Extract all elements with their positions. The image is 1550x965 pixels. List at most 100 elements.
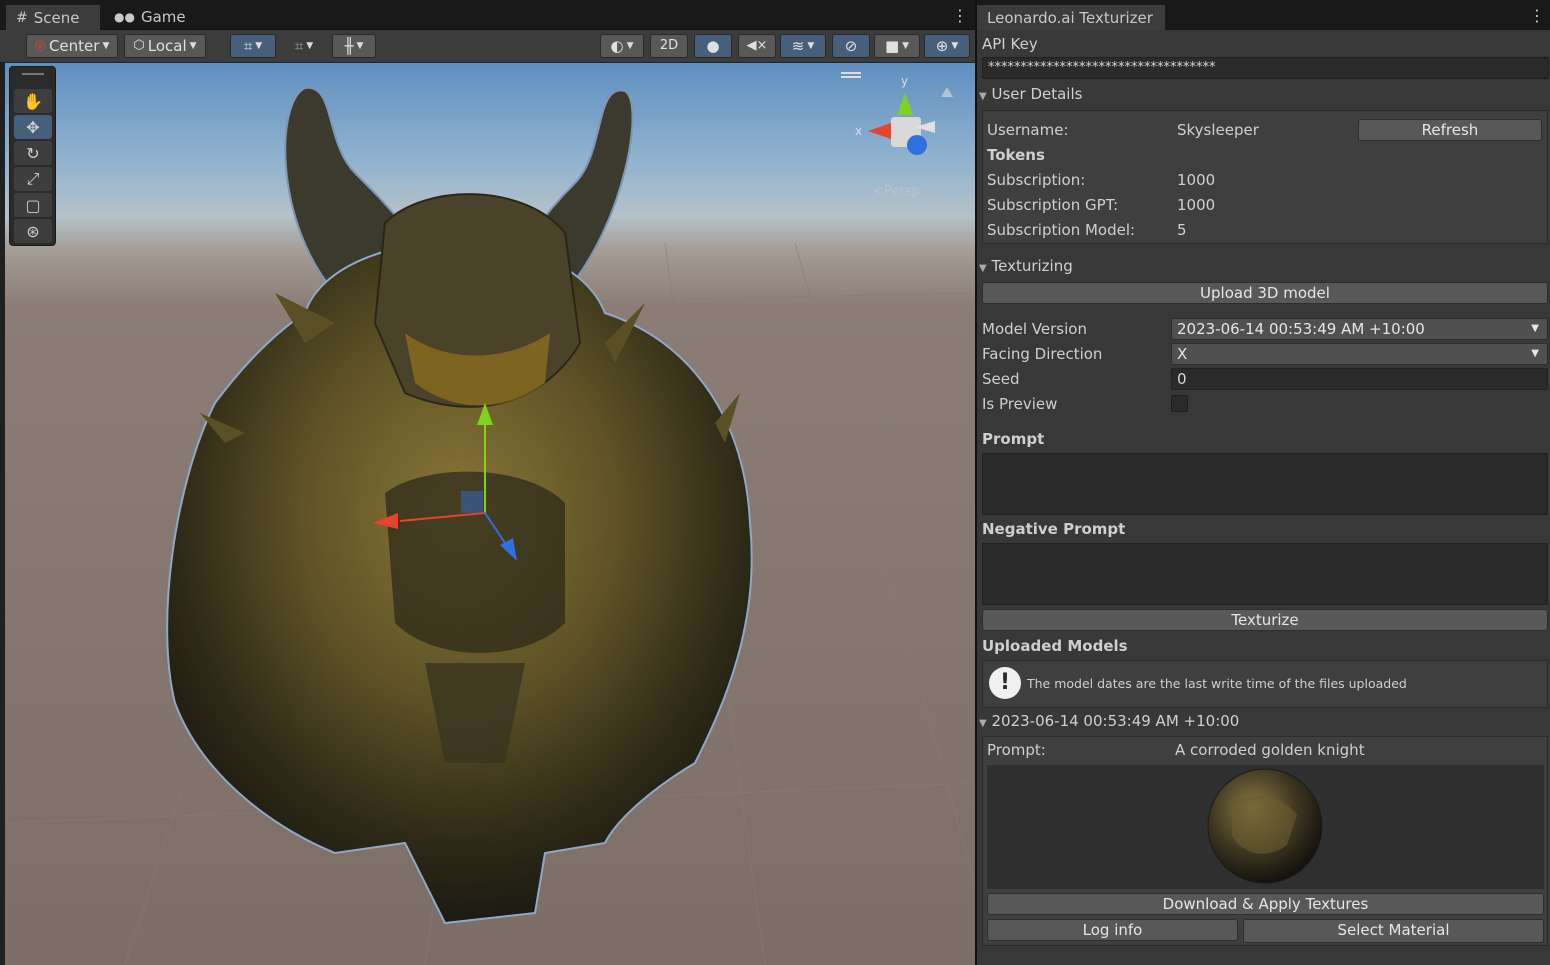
knight-model[interactable] (166, 86, 753, 925)
is-preview-label: Is Preview (982, 395, 1058, 413)
layers-icon: ≋ (791, 37, 805, 55)
select-material-button[interactable]: Select Material (1243, 919, 1544, 943)
orientation-gizmo[interactable] (841, 72, 953, 155)
refresh-button[interactable]: Refresh (1358, 119, 1542, 141)
api-key-input[interactable]: *********************************** (982, 57, 1549, 79)
username-label: Username: (987, 121, 1069, 139)
model-version-dropdown[interactable]: 2023-06-14 00:53:49 AM +10:00 ▼ (1171, 318, 1548, 340)
gizmos-button[interactable]: ⊕ ▼ (924, 34, 970, 58)
camera-icon: ■ (884, 37, 900, 55)
grid-snap-icon: ⌗ (243, 37, 253, 55)
gizmo-x-label: x (855, 124, 862, 138)
material-preview (1207, 768, 1323, 884)
facing-direction-label: Facing Direction (982, 345, 1103, 363)
user-details-foldout[interactable]: ▼ User Details (979, 85, 1082, 103)
increment-snap-button[interactable]: ⌗ ▼ (282, 34, 326, 58)
texturizer-panel: Leonardo.ai Texturizer ⋮ API Key *******… (977, 0, 1550, 965)
grid-icon: # (16, 10, 28, 26)
rect-tool-icon[interactable]: ▢ (14, 193, 52, 217)
chevron-down-icon: ▼ (1531, 323, 1539, 334)
chevron-down-icon: ▼ (951, 41, 959, 51)
tab-game[interactable]: ●● Game (104, 5, 194, 30)
foldout-arrow-icon: ▼ (979, 263, 987, 274)
scene-tabbar: # Scene ●● Game ⋮ (0, 0, 975, 30)
projection-label[interactable]: <Persp (873, 184, 920, 199)
seed-input[interactable]: 0 (1171, 368, 1548, 390)
chevron-down-icon: ▼ (189, 41, 197, 51)
model-item-foldout[interactable]: ▼ 2023-06-14 00:53:49 AM +10:00 (979, 712, 1239, 730)
foldout-arrow-icon: ▼ (979, 718, 987, 729)
scene-viewport[interactable]: y x <Persp (5, 63, 975, 965)
texturizing-foldout[interactable]: ▼ Texturizing (979, 257, 1073, 275)
tokens-label: Tokens (987, 146, 1045, 164)
model-prompt-label: Prompt: (987, 741, 1046, 759)
username-value: Skysleeper (1177, 121, 1259, 139)
prompt-label: Prompt (982, 430, 1045, 448)
subscription-value: 1000 (1177, 171, 1216, 189)
api-key-label: API Key (982, 35, 1038, 53)
gizmo-y-label: y (901, 74, 908, 88)
scene-window: # Scene ●● Game ⋮ ◎ Center ▼ ⬡ Local ▼ ⌗ ▼ … (0, 0, 975, 965)
prompt-textarea[interactable] (982, 453, 1548, 515)
panel-menu-icon[interactable]: ⋮ (1529, 6, 1545, 25)
toggle-2d-button[interactable]: 2D (650, 34, 688, 58)
draw-mode-button[interactable]: ◐ ▼ (600, 34, 644, 58)
foldout-arrow-icon: ▼ (979, 91, 987, 102)
panel-tabbar: Leonardo.ai Texturizer ⋮ (977, 0, 1550, 30)
seed-label: Seed (982, 370, 1020, 388)
cube-icon: ⬡ (133, 38, 145, 53)
chevron-down-icon: ▼ (1531, 348, 1539, 359)
transform-tool-icon[interactable]: ⊛ (14, 219, 52, 243)
snap-icon: ⌗ (294, 37, 304, 55)
audio-toggle-button[interactable]: ◀× (738, 34, 776, 58)
scale-tool-icon[interactable]: ⤢ (14, 167, 52, 191)
rotate-tool-icon[interactable]: ↻ (14, 141, 52, 165)
camera-settings-button[interactable]: ■ ▼ (874, 34, 920, 58)
lightbulb-icon: ● (706, 37, 720, 55)
gamepad-icon: ●● (114, 10, 135, 24)
tab-scene[interactable]: # Scene (6, 5, 100, 30)
negative-prompt-textarea[interactable] (982, 543, 1548, 605)
hand-tool-icon[interactable]: ✋ (14, 89, 52, 113)
scene-menu-icon[interactable]: ⋮ (952, 6, 968, 25)
chevron-down-icon: ▼ (807, 41, 815, 51)
log-info-button[interactable]: Log info (987, 919, 1238, 941)
chevron-down-icon: ▼ (306, 41, 314, 51)
chevron-down-icon: ▼ (626, 41, 634, 51)
material-preview-area (987, 765, 1544, 889)
gizmo-icon: ⊕ (935, 37, 949, 55)
subscription-gpt-label: Subscription GPT: (987, 196, 1119, 214)
tool-palette: ✋ ✥ ↻ ⤢ ▢ ⊛ (9, 66, 56, 246)
eye-hidden-icon: ⊘ (844, 37, 858, 55)
texturize-button[interactable]: Texturize (982, 609, 1548, 631)
negative-prompt-label: Negative Prompt (982, 520, 1126, 538)
is-preview-checkbox[interactable] (1171, 395, 1188, 412)
chevron-down-icon: ▼ (356, 41, 364, 51)
info-message: The model dates are the last write time … (1027, 676, 1407, 691)
subscription-gpt-value: 1000 (1177, 196, 1216, 214)
scene-visibility-button[interactable]: ⊘ (832, 34, 870, 58)
upload-model-button[interactable]: Upload 3D model (982, 282, 1548, 304)
grid-visibility-button[interactable]: ╫ ▼ (332, 34, 376, 58)
tab-texturizer[interactable]: Leonardo.ai Texturizer (977, 5, 1165, 30)
facing-direction-dropdown[interactable]: X ▼ (1171, 343, 1548, 365)
uploaded-models-label: Uploaded Models (982, 637, 1128, 655)
scene-render: y x <Persp (5, 72, 975, 965)
chevron-down-icon: ▼ (255, 41, 263, 51)
palette-handle[interactable] (22, 73, 44, 75)
lighting-toggle-button[interactable]: ● (694, 34, 732, 58)
grid-snap-button[interactable]: ⌗ ▼ (230, 34, 276, 58)
ruler-icon: ╫ (344, 37, 354, 55)
move-tool-icon[interactable]: ✥ (14, 115, 52, 139)
pivot-local-button[interactable]: ⬡ Local ▼ (124, 34, 206, 58)
info-icon: ! (989, 667, 1021, 699)
download-apply-button[interactable]: Download & Apply Textures (987, 893, 1544, 915)
pivot-center-button[interactable]: ◎ Center ▼ (26, 34, 118, 58)
subscription-label: Subscription: (987, 171, 1086, 189)
effects-button[interactable]: ≋ ▼ (780, 34, 826, 58)
model-version-label: Model Version (982, 320, 1087, 338)
shading-sphere-icon: ◐ (610, 37, 624, 55)
subscription-model-value: 5 (1177, 221, 1187, 239)
chevron-down-icon: ▼ (902, 41, 910, 51)
pivot-icon: ◎ (34, 38, 46, 53)
